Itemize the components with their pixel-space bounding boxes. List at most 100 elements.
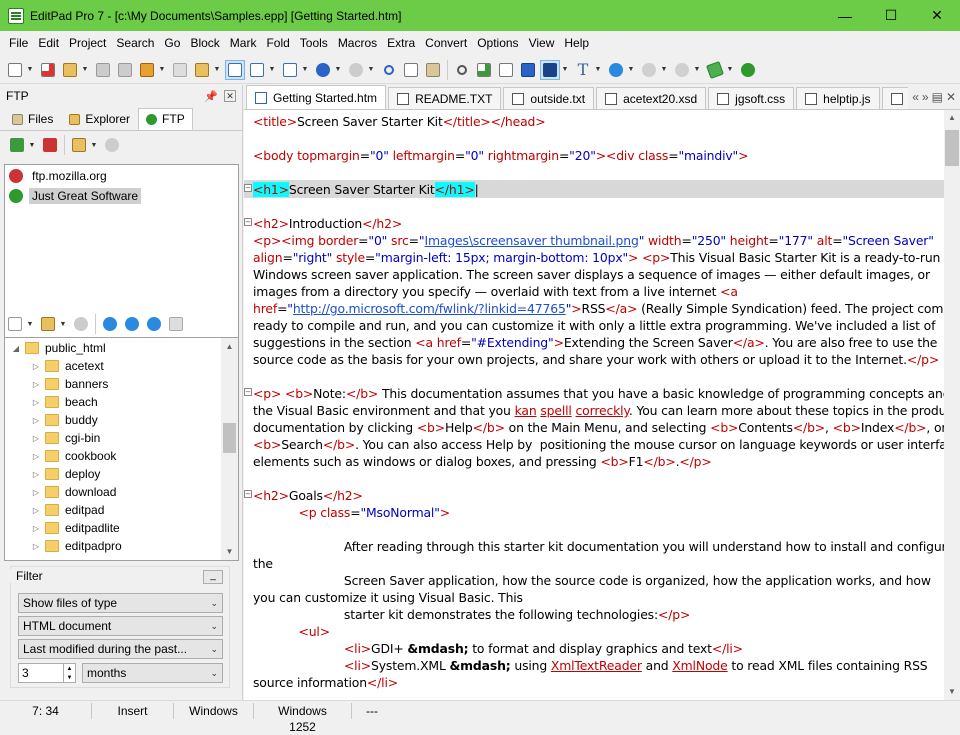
new-file-icon[interactable] [5, 60, 25, 80]
file-type-select[interactable]: HTML document ⌄ [18, 616, 223, 636]
tree-item[interactable]: ▷ cgi-bin [5, 429, 238, 447]
tree-item[interactable]: ▷ beach [5, 393, 238, 411]
panel-close-icon[interactable]: ✕ [224, 89, 236, 102]
collapse-icon[interactable]: ◢ [11, 344, 21, 353]
open-dropdown-icon[interactable]: ▼ [81, 66, 89, 73]
tree-item[interactable]: ▷ banners [5, 375, 238, 393]
new-remote-dropdown-icon[interactable]: ▼ [26, 321, 34, 328]
ftp-stop-icon[interactable] [102, 135, 122, 155]
tab-helptip[interactable]: helptip.js [796, 87, 880, 109]
menu-go[interactable]: Go [159, 36, 185, 50]
menu-macros[interactable]: Macros [333, 36, 382, 50]
folder-icon[interactable] [192, 60, 212, 80]
transfer-icon[interactable] [166, 314, 186, 334]
menu-options[interactable]: Options [472, 36, 523, 50]
scroll-up-icon[interactable]: ▲ [221, 338, 238, 355]
expand-icon[interactable]: ▷ [31, 416, 41, 425]
copy-files-icon[interactable] [170, 60, 190, 80]
ftp-connection[interactable]: Just Great Software [5, 187, 238, 205]
clipboard-panel-icon[interactable] [280, 60, 300, 80]
editor-scrollbar[interactable]: ▲ ▼ [944, 110, 960, 700]
connect-dropdown-icon[interactable]: ▼ [28, 142, 36, 149]
disconnect-icon[interactable] [40, 135, 60, 155]
tree-item[interactable]: ▷ editpad [5, 501, 238, 519]
insert-mode[interactable]: Insert [92, 702, 174, 719]
tree-item[interactable]: ▷ deploy [5, 465, 238, 483]
replace-icon[interactable] [496, 60, 516, 80]
scroll-tabs-right-icon[interactable]: » [922, 90, 929, 104]
minimize-button[interactable]: — [822, 0, 868, 31]
menu-edit[interactable]: Edit [33, 36, 64, 50]
file-panel-icon[interactable] [247, 60, 267, 80]
menu-search[interactable]: Search [111, 36, 159, 50]
open-file-icon[interactable] [60, 60, 80, 80]
tree-scrollbar[interactable]: ▲ ▼ [221, 338, 238, 560]
upload-icon[interactable] [100, 314, 120, 334]
tree-item[interactable]: ▷ editpadlite [5, 519, 238, 537]
fold-icon[interactable]: – [244, 490, 252, 498]
encoding[interactable]: Windows 1252 [254, 702, 352, 734]
search-panel-icon[interactable] [474, 60, 494, 80]
project-icon[interactable] [137, 60, 157, 80]
font-dropdown-icon[interactable]: ▼ [594, 66, 602, 73]
sync-icon[interactable] [144, 314, 164, 334]
connect-icon[interactable] [7, 135, 27, 155]
tab-acetext[interactable]: acetext20.xsd [596, 87, 707, 109]
expand-icon[interactable]: ▷ [31, 362, 41, 371]
folder-dropdown-icon[interactable]: ▼ [213, 66, 221, 73]
expand-icon[interactable]: ▷ [31, 524, 41, 533]
fold-icon[interactable]: – [244, 388, 252, 396]
tree-item[interactable]: ▷ cookbook [5, 447, 238, 465]
refresh-icon[interactable] [71, 314, 91, 334]
block-dropdown-icon[interactable]: ▼ [561, 66, 569, 73]
tab-ftp[interactable]: FTP [138, 108, 193, 130]
line-break-style[interactable]: Windows [174, 702, 254, 719]
fold-icon[interactable]: – [244, 184, 252, 192]
tab-outside[interactable]: outside.txt [503, 87, 595, 109]
expand-icon[interactable]: ▷ [31, 398, 41, 407]
scroll-down-icon[interactable]: ▼ [221, 543, 238, 560]
menu-tools[interactable]: Tools [295, 36, 333, 50]
ftp-files-icon[interactable] [69, 135, 89, 155]
ftp-files-dropdown-icon[interactable]: ▼ [90, 142, 98, 149]
copy-icon[interactable] [401, 60, 421, 80]
scroll-down-icon[interactable]: ▼ [944, 684, 960, 700]
increment-icon[interactable]: ▲ [67, 666, 73, 672]
file-panel-dropdown-icon[interactable]: ▼ [268, 66, 276, 73]
font-icon[interactable]: T [573, 60, 593, 80]
expand-icon[interactable]: ▷ [31, 506, 41, 515]
menu-fold[interactable]: Fold [261, 36, 294, 50]
new-remote-file-icon[interactable] [5, 314, 25, 334]
menu-block[interactable]: Block [185, 36, 224, 50]
clip-collection-icon[interactable] [705, 60, 725, 80]
tree-item[interactable]: ▷ acetext [5, 357, 238, 375]
cut-icon[interactable] [379, 60, 399, 80]
scroll-thumb[interactable] [223, 423, 236, 453]
menu-extra[interactable]: Extra [382, 36, 420, 50]
download-icon[interactable] [122, 314, 142, 334]
menu-view[interactable]: View [524, 36, 560, 50]
scroll-thumb[interactable] [945, 130, 959, 166]
redo-icon[interactable] [346, 60, 366, 80]
close-button[interactable]: ✕ [914, 0, 960, 31]
fold-icon[interactable]: – [244, 218, 252, 226]
undo-icon[interactable] [313, 60, 333, 80]
tab-list-icon[interactable]: ▤ [932, 90, 943, 104]
tree-item[interactable]: ▷ download [5, 483, 238, 501]
expand-icon[interactable]: ▷ [31, 434, 41, 443]
scroll-up-icon[interactable]: ▲ [944, 110, 960, 126]
tab-readme[interactable]: README.TXT [388, 87, 502, 109]
decrement-icon[interactable]: ▼ [67, 675, 73, 681]
expand-icon[interactable]: ▷ [31, 542, 41, 551]
forward-dropdown-icon[interactable]: ▼ [693, 66, 701, 73]
forward-icon[interactable] [672, 60, 692, 80]
tree-item[interactable]: ▷ buddy [5, 411, 238, 429]
menu-help[interactable]: Help [559, 36, 594, 50]
project-dropdown-icon[interactable]: ▼ [158, 66, 166, 73]
paste-icon[interactable] [423, 60, 443, 80]
menu-project[interactable]: Project [64, 36, 111, 50]
browser-dropdown-icon[interactable]: ▼ [627, 66, 635, 73]
jgsoft-icon[interactable] [738, 60, 758, 80]
browser-icon[interactable] [606, 60, 626, 80]
expand-icon[interactable]: ▷ [31, 488, 41, 497]
